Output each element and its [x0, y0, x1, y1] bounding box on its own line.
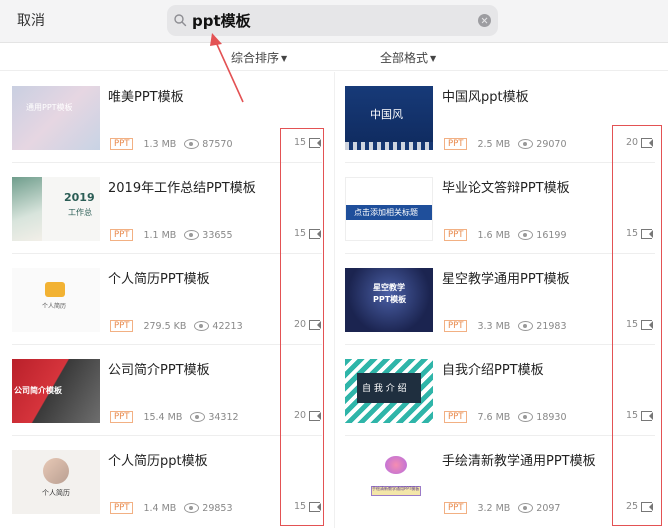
view-count: 21983 [536, 320, 567, 332]
sort-dropdown[interactable]: 综合排序 ▼ [231, 49, 287, 66]
item-title: 中国风ppt模板 [442, 90, 529, 105]
file-size: 3.3 MB [477, 320, 511, 332]
thumbnail-text: 自 我 介 绍 [362, 384, 407, 394]
divider [345, 435, 655, 436]
view-count: 18930 [536, 411, 567, 423]
sort-dropdown-label: 综合排序 [231, 51, 280, 65]
search-input[interactable]: ppt模板 [192, 10, 251, 31]
thumbnail-text: 手绘清新教学通用PPT模板 [372, 486, 420, 491]
item-title: 毕业论文答辩PPT模板 [442, 181, 570, 196]
annotation-highlight-right [612, 125, 662, 526]
eye-icon [518, 230, 534, 240]
thumbnail-text: 点击添加相关标题 [354, 208, 418, 217]
caret-down-icon: ▼ [430, 54, 437, 63]
search-field[interactable]: ppt模板 [167, 5, 498, 36]
item-title: 手绘清新教学通用PPT模板 [442, 454, 596, 469]
format-badge: PPT [444, 502, 468, 514]
format-badge: PPT [444, 138, 468, 150]
thumbnail-text: 星空教学 [373, 283, 405, 292]
template-thumbnail: 手绘清新教学通用PPT模板 [345, 450, 433, 514]
template-thumbnail: 星空教学 PPT模板 [345, 268, 433, 332]
thumbnail-art [385, 456, 407, 474]
file-size: 7.6 MB [477, 411, 511, 423]
view-count: 16199 [536, 229, 567, 241]
thumbnail-text: 中国风 [370, 108, 403, 121]
top-bar: 取消 ppt模板 [0, 0, 668, 43]
thumbnail-pattern [345, 142, 433, 150]
eye-icon [518, 412, 534, 422]
file-size: 2.5 MB [477, 138, 511, 150]
view-count: 2097 [536, 502, 561, 514]
file-size: 3.2 MB [477, 502, 511, 514]
thumbnail-text: PPT模板 [373, 295, 407, 304]
format-dropdown[interactable]: 全部格式 ▼ [380, 49, 436, 66]
item-title: 自我介绍PPT模板 [442, 363, 544, 378]
item-title: 星空教学通用PPT模板 [442, 272, 570, 287]
cancel-button[interactable]: 取消 [17, 10, 45, 30]
template-thumbnail: 中国风 [345, 86, 433, 150]
filter-divider [0, 70, 668, 71]
format-badge: PPT [444, 320, 468, 332]
eye-icon [518, 321, 534, 331]
column-divider [334, 72, 335, 528]
clear-search-icon[interactable] [478, 14, 491, 27]
file-size: 1.6 MB [477, 229, 511, 241]
eye-icon [518, 139, 534, 149]
annotation-highlight-left [280, 128, 324, 526]
item-meta: PPT 1.6 MB 16199 [444, 229, 567, 241]
format-badge: PPT [444, 411, 468, 423]
item-meta: PPT 3.2 MB 2097 [444, 502, 560, 514]
view-count: 29070 [536, 138, 567, 150]
divider [345, 253, 655, 254]
format-badge: PPT [444, 229, 468, 241]
divider [345, 162, 655, 163]
template-thumbnail: 自 我 介 绍 [345, 359, 433, 423]
item-meta: PPT 3.3 MB 21983 [444, 320, 567, 332]
search-icon [174, 14, 187, 27]
divider [345, 344, 655, 345]
template-thumbnail: 点击添加相关标题 [345, 177, 433, 241]
item-meta: PPT 2.5 MB 29070 [444, 138, 567, 150]
eye-icon [518, 503, 534, 513]
item-meta: PPT 7.6 MB 18930 [444, 411, 567, 423]
format-dropdown-label: 全部格式 [380, 51, 429, 65]
caret-down-icon: ▼ [281, 54, 288, 63]
